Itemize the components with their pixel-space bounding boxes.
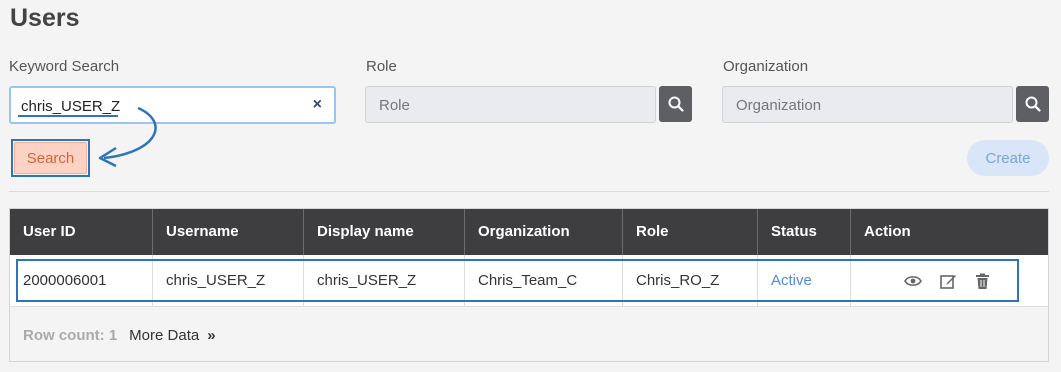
row-count: Row count: 1	[23, 327, 118, 344]
table-footer: Row count: 1 More Data »	[23, 327, 216, 344]
annotation-arrow-icon	[98, 106, 157, 168]
role-label: Role	[366, 58, 397, 75]
header-username[interactable]: Username	[153, 209, 304, 255]
organization-label: Organization	[723, 58, 809, 75]
header-action: Action	[864, 223, 911, 240]
action-icons	[864, 255, 1048, 307]
search-icon	[1025, 96, 1041, 112]
keyword-search-field: ×	[9, 86, 336, 124]
cell-user-id: 2000006001	[10, 255, 153, 307]
chevron-double-right-icon: »	[207, 327, 216, 344]
cell-display-name: chris_USER_Z	[304, 255, 465, 307]
edit-icon[interactable]	[940, 273, 957, 290]
cell-organization: Chris_Team_C	[465, 255, 623, 307]
more-data-label: More Data	[129, 327, 200, 344]
role-placeholder: Role	[379, 97, 410, 114]
create-button[interactable]: Create	[967, 140, 1049, 176]
trash-icon[interactable]	[975, 273, 990, 290]
header-role[interactable]: Role	[623, 209, 758, 255]
organization-select[interactable]: Organization	[722, 86, 1013, 123]
cell-role: Chris_RO_Z	[623, 255, 758, 307]
header-organization[interactable]: Organization	[465, 209, 623, 255]
close-icon[interactable]: ×	[313, 95, 322, 115]
header-user-id[interactable]: User ID	[10, 209, 153, 255]
cell-username: chris_USER_Z	[153, 255, 304, 307]
table-row[interactable]: 2000006001 chris_USER_Z chris_USER_Z Chr…	[10, 255, 1048, 307]
organization-lookup-button[interactable]	[1016, 86, 1049, 122]
role-lookup-button[interactable]	[659, 86, 692, 122]
section-divider	[9, 191, 1049, 192]
search-button[interactable]: Search	[14, 142, 87, 174]
status-badge: Active	[758, 255, 851, 307]
page-title: Users	[10, 4, 80, 32]
table-header: User ID Username Display name Organizati…	[10, 209, 1048, 255]
keyword-search-label: Keyword Search	[9, 58, 120, 75]
header-status[interactable]: Status	[758, 209, 851, 255]
header-display-name[interactable]: Display name	[304, 209, 465, 255]
search-icon	[668, 96, 684, 112]
organization-placeholder: Organization	[736, 97, 822, 114]
eye-icon[interactable]	[904, 274, 922, 288]
users-page: Users Keyword Search Role Organization ×…	[0, 0, 1061, 372]
more-data-link[interactable]: More Data »	[129, 327, 215, 344]
cell-actions	[851, 255, 1048, 307]
users-table: User ID Username Display name Organizati…	[9, 208, 1049, 362]
role-select[interactable]: Role	[365, 86, 656, 123]
